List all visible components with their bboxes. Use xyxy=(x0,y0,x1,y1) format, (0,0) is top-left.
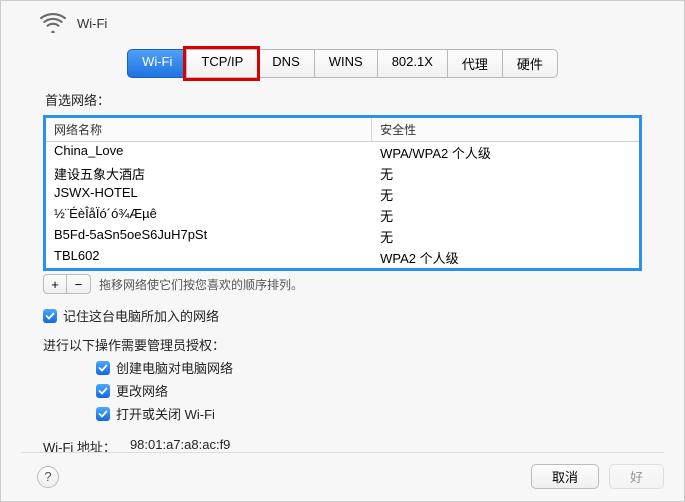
drag-hint: 拖移网络使它们按您喜欢的顺序排列。 xyxy=(99,276,303,293)
admin-change-checkbox[interactable] xyxy=(96,384,110,398)
table-row[interactable]: ½¨ÉèÎåÏó´ó¾Æµê无 xyxy=(46,205,639,226)
remember-networks-row: 记住这台电脑所加入的网络 xyxy=(43,306,684,325)
wifi-address-row: Wi-Fi 地址： 98:01:a7:a8:ac:f9 xyxy=(43,437,684,456)
network-security: WPA2 个人级 xyxy=(372,247,639,268)
wifi-address-value: 98:01:a7:a8:ac:f9 xyxy=(130,437,230,456)
tab-wins[interactable]: WINS xyxy=(314,49,377,78)
list-header: 网络名称 安全性 xyxy=(46,118,639,142)
footer: ? 取消 好 xyxy=(1,464,684,489)
column-header-security[interactable]: 安全性 xyxy=(372,118,639,141)
preferred-networks-list[interactable]: 网络名称 安全性 China_LoveWPA/WPA2 个人级建设五象大酒店无J… xyxy=(43,115,642,271)
admin-change-label: 更改网络 xyxy=(116,381,168,400)
tab-802-1x[interactable]: 802.1X xyxy=(377,49,447,78)
network-security: 无 xyxy=(372,226,639,247)
remove-button[interactable]: − xyxy=(67,274,91,294)
table-row[interactable]: JSWX-HOTEL无 xyxy=(46,184,639,205)
header: Wi-Fi xyxy=(1,1,684,35)
admin-change-row: 更改网络 xyxy=(96,381,684,400)
header-title: Wi-Fi xyxy=(77,16,107,31)
tab--[interactable]: 代理 xyxy=(447,49,502,78)
add-remove-row: + − 拖移网络使它们按您喜欢的顺序排列。 xyxy=(43,274,684,294)
admin-auth-label: 进行以下操作需要管理员授权： xyxy=(43,335,684,354)
network-security: 无 xyxy=(372,163,639,184)
network-name: B5Fd-5aSn5oeS6JuH7pSt xyxy=(46,226,372,247)
admin-create-label: 创建电脑对电脑网络 xyxy=(116,358,233,377)
wifi-preferences-window: Wi-Fi Wi-FiTCP/IPDNSWINS802.1X代理硬件 首选网络：… xyxy=(0,0,685,502)
ok-button[interactable]: 好 xyxy=(609,464,664,489)
admin-toggle-row: 打开或关闭 Wi-Fi xyxy=(96,404,684,423)
table-row[interactable]: TBL602WPA2 个人级 xyxy=(46,247,639,268)
admin-toggle-checkbox[interactable] xyxy=(96,407,110,421)
remember-checkbox[interactable] xyxy=(43,309,57,323)
cancel-button[interactable]: 取消 xyxy=(531,464,599,489)
admin-create-row: 创建电脑对电脑网络 xyxy=(96,358,684,377)
admin-create-checkbox[interactable] xyxy=(96,361,110,375)
network-name: China_Love xyxy=(46,142,372,163)
network-security: 无 xyxy=(372,184,639,205)
help-button[interactable]: ? xyxy=(37,466,59,488)
table-row[interactable]: 建设五象大酒店无 xyxy=(46,163,639,184)
admin-toggle-label: 打开或关闭 Wi-Fi xyxy=(116,404,215,423)
column-header-name[interactable]: 网络名称 xyxy=(46,118,372,141)
tab-wi-fi[interactable]: Wi-Fi xyxy=(127,49,186,78)
network-name: JSWX-HOTEL xyxy=(46,184,372,205)
add-button[interactable]: + xyxy=(43,274,67,294)
network-name: TBL602 xyxy=(46,247,372,268)
network-name: ½¨ÉèÎåÏó´ó¾Æµê xyxy=(46,205,372,226)
network-security: 无 xyxy=(372,205,639,226)
tabs-segmented-control: Wi-FiTCP/IPDNSWINS802.1X代理硬件 xyxy=(1,49,684,78)
tab--[interactable]: 硬件 xyxy=(502,49,558,78)
network-security: WPA/WPA2 个人级 xyxy=(372,142,639,163)
wifi-address-label: Wi-Fi 地址： xyxy=(43,437,116,456)
wifi-icon xyxy=(39,11,67,35)
table-row[interactable]: B5Fd-5aSn5oeS6JuH7pSt无 xyxy=(46,226,639,247)
network-name: 建设五象大酒店 xyxy=(46,163,372,184)
tab-dns[interactable]: DNS xyxy=(257,49,313,78)
preferred-networks-label: 首选网络： xyxy=(1,78,684,115)
table-row[interactable]: China_LoveWPA/WPA2 个人级 xyxy=(46,142,639,163)
remember-label: 记住这台电脑所加入的网络 xyxy=(63,306,219,325)
divider xyxy=(21,452,664,453)
tab-tcp-ip[interactable]: TCP/IP xyxy=(186,49,257,78)
